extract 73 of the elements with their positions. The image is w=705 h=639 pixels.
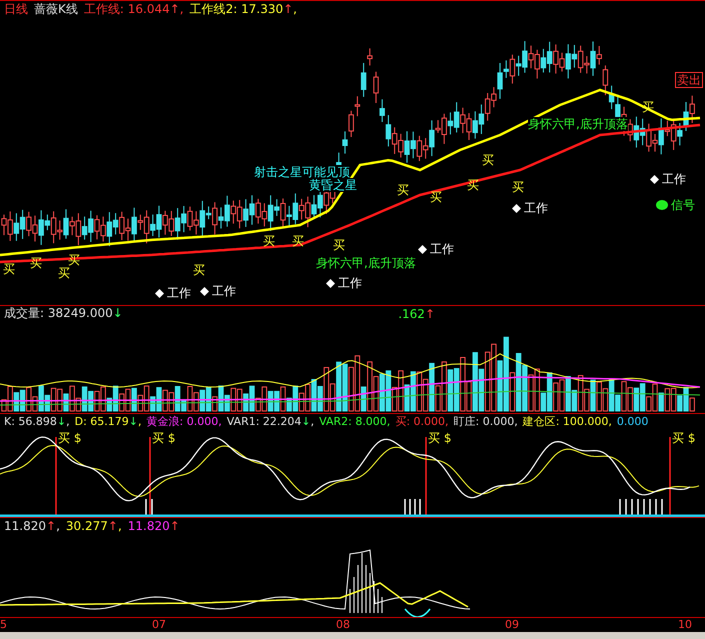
legend-separator: , xyxy=(310,415,314,428)
legend-separator: , xyxy=(66,415,70,428)
work-marker: 工作 xyxy=(662,172,686,186)
legend-value: 11.820 xyxy=(128,518,170,532)
legend-value: D: 65.179 xyxy=(74,415,129,428)
legend-value: K: 56.898 xyxy=(4,415,57,428)
legend-separator: , xyxy=(56,518,60,532)
trend-arrow: ↑ xyxy=(170,518,180,532)
trend-arrow: ↓ xyxy=(56,415,66,428)
legend-value: .162 xyxy=(398,306,425,320)
pattern-note: 身怀六甲,底升顶落 xyxy=(316,256,416,270)
axis-label: 08 xyxy=(336,619,350,631)
buy-signal: 买 $ xyxy=(152,431,176,445)
work-marker: 工作 xyxy=(524,201,548,215)
legend-value: 买: 0.000, xyxy=(395,415,449,428)
legend-value: 成交量: 38249.000 xyxy=(4,306,113,320)
legend-value: VAR2: 8.000, xyxy=(319,415,390,428)
axis-label: 09 xyxy=(505,619,519,631)
trend-arrow: ↑ xyxy=(424,306,435,320)
legend-separator: , xyxy=(138,415,142,428)
diamond-icon xyxy=(512,204,521,212)
buy-marker: 买 xyxy=(193,263,205,277)
legend-value: 建仓区: 100.000, xyxy=(522,415,612,428)
diamond-icon xyxy=(200,286,209,296)
pattern-note: 黄昏之星 xyxy=(309,178,357,192)
legend-value: 11.820 xyxy=(4,518,46,532)
trend-arrow: ↑ xyxy=(170,2,180,16)
buy-marker: 买 xyxy=(512,180,524,194)
buy-marker: 买 xyxy=(397,183,409,197)
axis-label: 07 xyxy=(152,619,166,631)
diamond-icon xyxy=(650,174,659,184)
legend-separator: , xyxy=(293,2,297,16)
buy-signal: 买 $ xyxy=(428,431,452,445)
work-marker: 工作 xyxy=(167,286,191,300)
legend-value: 盯庄: 0.000, xyxy=(454,415,518,428)
work-marker: 工作 xyxy=(338,276,362,290)
buy-marker: 买 xyxy=(3,262,15,276)
pattern-note: 身怀六甲,底升顶落 xyxy=(528,117,628,131)
work-marker: 工作 xyxy=(212,284,236,298)
diamond-icon xyxy=(418,244,427,254)
sell-marker: 卖出 xyxy=(675,72,703,88)
legend-separator: , xyxy=(118,518,122,532)
axis-label: 5 xyxy=(0,619,7,631)
pattern-note: 射击之星可能见顶 xyxy=(254,165,350,179)
diamond-icon xyxy=(326,278,335,288)
trend-arrow: ↓ xyxy=(112,306,123,320)
dot-icon xyxy=(656,200,668,210)
buy-marker: 买 xyxy=(333,238,345,252)
buy-marker: 买 xyxy=(263,234,275,248)
legend-value: 蔷薇K线 xyxy=(34,2,78,16)
trend-arrow: ↑ xyxy=(46,518,56,532)
legend-value: 黄金浪: 0.000, xyxy=(146,415,222,428)
buy-marker: 买 xyxy=(430,190,442,204)
buy-marker: 买 xyxy=(482,153,494,167)
legend-value: 工作线: 16.044 xyxy=(84,2,170,16)
trend-arrow: ↑ xyxy=(283,2,294,16)
legend-separator: , xyxy=(180,2,184,16)
legend-value: 30.277 xyxy=(66,518,108,532)
legend-value: 日线 xyxy=(4,2,28,16)
legend-value: 0.000 xyxy=(616,415,648,428)
diamond-icon xyxy=(155,288,164,298)
work-marker: 工作 xyxy=(430,242,454,256)
buy-marker: 买 xyxy=(58,266,70,280)
trend-arrow: ↑ xyxy=(108,518,118,532)
axis-label: 10 xyxy=(678,619,692,631)
legend-value: VAR1: 22.204 xyxy=(226,415,302,428)
trend-arrow: ↓ xyxy=(301,415,311,428)
legend-value: 工作线2: 17.330 xyxy=(190,2,284,16)
buy-signal: 买 $ xyxy=(58,431,82,445)
buy-marker: 买 xyxy=(467,178,479,192)
signal-marker: 信号 xyxy=(671,198,695,212)
buy-signal: 买 $ xyxy=(672,431,696,445)
trend-arrow: ↓ xyxy=(128,415,138,428)
